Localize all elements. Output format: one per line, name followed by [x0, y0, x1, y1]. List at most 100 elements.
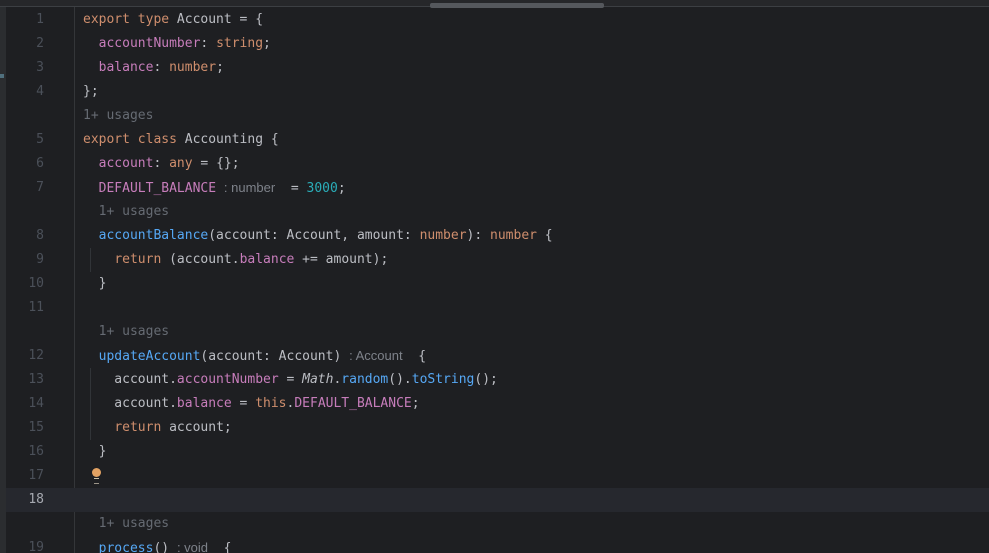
code-text: } — [83, 272, 106, 296]
code-token: (account: Account, amount: — [208, 228, 419, 243]
usages-hint-row[interactable]: 1+ usages — [0, 104, 989, 128]
code-token: } — [83, 444, 106, 459]
line-number[interactable]: 2 — [0, 32, 44, 56]
code-line[interactable]: 10 } — [0, 272, 989, 296]
horizontal-scrollbar-thumb[interactable] — [430, 3, 604, 8]
usages-hint-row[interactable]: 1+ usages — [0, 512, 989, 536]
code-token — [83, 541, 99, 553]
code-token: updateAccount — [99, 349, 201, 364]
code-token: balance — [99, 60, 154, 75]
code-token: return — [114, 420, 161, 435]
code-line[interactable]: 18 — [0, 488, 989, 512]
inlay-usages-hint[interactable]: 1+ usages — [83, 104, 153, 128]
code-text: accountBalance(account: Account, amount:… — [83, 224, 553, 248]
line-number[interactable]: 5 — [0, 128, 44, 152]
line-number[interactable]: 7 — [0, 176, 44, 200]
code-line[interactable]: 3 balance: number; — [0, 56, 989, 80]
line-number[interactable]: 12 — [0, 344, 44, 368]
code-token: : — [200, 36, 216, 51]
code-line[interactable]: 5export class Accounting { — [0, 128, 989, 152]
type-hint[interactable]: : void — [177, 540, 208, 553]
panel-splitter[interactable] — [0, 7, 6, 553]
type-hint[interactable]: : Account — [349, 348, 402, 363]
line-number[interactable]: 1 — [0, 8, 44, 32]
intention-lightbulb-icon[interactable] — [92, 468, 102, 483]
usages-hint[interactable]: 1+ usages — [99, 324, 169, 339]
code-line[interactable]: 9 return (account.balance += amount); — [0, 248, 989, 272]
line-number[interactable]: 15 — [0, 416, 44, 440]
inlay-usages-hint[interactable]: 1+ usages — [83, 512, 169, 536]
code-text: DEFAULT_BALANCE : number = 3000; — [83, 176, 346, 201]
code-token: = — [275, 181, 306, 196]
code-token: account. — [83, 372, 177, 387]
code-token: account — [99, 156, 154, 171]
line-number[interactable]: 19 — [0, 536, 44, 553]
type-hint[interactable]: : number — [224, 180, 275, 195]
code-token: }; — [83, 84, 99, 99]
code-line[interactable]: 16 } — [0, 440, 989, 464]
code-line[interactable]: 11 — [0, 296, 989, 320]
code-text: account: any = {}; — [83, 152, 240, 176]
code-token[interactable]: process — [99, 541, 154, 553]
code-token: accountBalance — [99, 228, 209, 243]
code-line[interactable]: 4}; — [0, 80, 989, 104]
code-token: (account. — [161, 252, 239, 267]
code-line[interactable]: 12 updateAccount(account: Account) : Acc… — [0, 344, 989, 368]
code-token: (); — [474, 372, 497, 387]
line-number[interactable]: 13 — [0, 368, 44, 392]
code-token: Accounting { — [185, 132, 279, 147]
inlay-usages-hint[interactable]: 1+ usages — [83, 320, 169, 344]
code-token: number — [490, 228, 537, 243]
code-token — [83, 349, 99, 364]
code-line[interactable]: 6 account: any = {}; — [0, 152, 989, 176]
inlay-usages-hint[interactable]: 1+ usages — [83, 200, 169, 224]
line-number[interactable]: 14 — [0, 392, 44, 416]
line-number[interactable]: 18 — [0, 488, 44, 512]
code-line[interactable]: 1 export type Account = { — [0, 8, 989, 32]
code-token: random — [341, 372, 388, 387]
code-token — [83, 36, 99, 51]
usages-hint[interactable]: 1+ usages — [83, 108, 153, 123]
code-token: account; — [161, 420, 231, 435]
code-text: export type Account = { — [83, 8, 263, 32]
code-line[interactable]: 7 DEFAULT_BALANCE : number = 3000; — [0, 176, 989, 200]
splitter-mark-icon — [0, 74, 4, 78]
code-token: = {}; — [193, 156, 240, 171]
code-line[interactable]: 2 accountNumber: string; — [0, 32, 989, 56]
code-line[interactable]: 14 account.balance = this.DEFAULT_BALANC… — [0, 392, 989, 416]
code-token: : — [153, 60, 169, 75]
code-token — [83, 60, 99, 75]
code-line[interactable]: 17 — [0, 464, 989, 488]
code-token: 3000 — [307, 181, 338, 196]
code-line[interactable]: 15 return account; — [0, 416, 989, 440]
code-token: ): — [467, 228, 490, 243]
code-line[interactable]: 8 accountBalance(account: Account, amoun… — [0, 224, 989, 248]
code-token — [83, 516, 99, 531]
line-number[interactable]: 3 — [0, 56, 44, 80]
line-number[interactable]: 17 — [0, 464, 44, 488]
code-token: this — [255, 396, 286, 411]
code-token: accountNumber — [177, 372, 279, 387]
code-line[interactable]: 13 account.accountNumber = Math.random()… — [0, 368, 989, 392]
line-number[interactable]: 9 — [0, 248, 44, 272]
code-token: (). — [388, 372, 411, 387]
usages-hint[interactable]: 1+ usages — [99, 204, 169, 219]
usages-hint-row[interactable]: 1+ usages — [0, 320, 989, 344]
code-token: balance — [177, 396, 232, 411]
line-number[interactable]: 11 — [0, 296, 44, 320]
line-number[interactable]: 6 — [0, 152, 44, 176]
code-token: any — [169, 156, 192, 171]
line-number[interactable]: 4 — [0, 80, 44, 104]
line-number[interactable]: 8 — [0, 224, 44, 248]
code-token: (account: Account) — [200, 349, 349, 364]
line-number[interactable]: 16 — [0, 440, 44, 464]
usages-hint[interactable]: 1+ usages — [99, 516, 169, 531]
code-line[interactable]: 19 process() : void { — [0, 536, 989, 553]
usages-hint-row[interactable]: 1+ usages — [0, 200, 989, 224]
code-token: return — [114, 252, 161, 267]
line-number[interactable]: 10 — [0, 272, 44, 296]
code-token: ; — [412, 396, 420, 411]
code-token — [83, 324, 99, 339]
code-text: balance: number; — [83, 56, 224, 80]
code-token: ; — [216, 60, 224, 75]
